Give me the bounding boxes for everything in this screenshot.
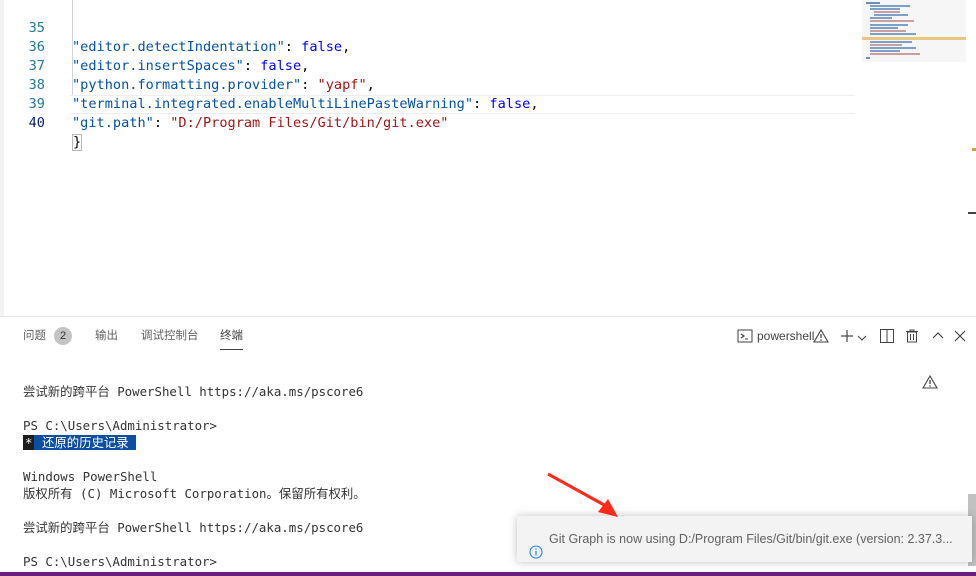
minimap-row: [870, 41, 912, 43]
json-separator: :: [153, 115, 171, 131]
json-value: "D:/Program Files/Git/bin/git.exe": [170, 115, 449, 131]
restored-history-banner: * 还原的历史记录: [23, 434, 137, 451]
minimap-row: [870, 30, 906, 32]
tab-problems[interactable]: 问题: [23, 327, 46, 349]
code-text: "python.formatting.provider": "yapf",: [72, 76, 375, 95]
code-line[interactable]: 38 "terminal.integrated.enableMultiLineP…: [0, 57, 539, 112]
json-key: "editor.insertSpaces": [72, 58, 244, 74]
json-separator: :: [473, 96, 490, 112]
json-value: "yapf": [317, 77, 367, 93]
tab-debug-console[interactable]: 调试控制台: [141, 327, 199, 349]
restore-text: 还原的历史记录: [41, 435, 129, 450]
minimap-row: [870, 8, 900, 10]
minimap-row: [870, 27, 898, 29]
json-comma: ,: [366, 77, 375, 93]
minimap-row: [870, 53, 920, 55]
json-separator: :: [284, 39, 302, 55]
chevron-down-icon[interactable]: [857, 330, 867, 348]
terminal-name[interactable]: powershell: [757, 327, 814, 345]
editor-area[interactable]: 35 "editor.detectIndentation": false, 36…: [0, 0, 976, 316]
split-icon[interactable]: [879, 328, 895, 349]
warning-icon[interactable]: [813, 328, 829, 349]
code-line-current[interactable]: 40 }: [0, 95, 83, 151]
code-text: "editor.insertSpaces": false,: [72, 57, 309, 76]
restore-marker: *: [23, 435, 35, 450]
json-separator: :: [243, 58, 261, 74]
json-value: false: [301, 39, 343, 55]
problems-count-badge: 2: [54, 327, 72, 345]
terminal-line: Windows PowerShell: [23, 469, 158, 484]
minimap-row: [866, 2, 880, 4]
minimap-row: [870, 50, 900, 52]
minimap-row: [870, 17, 892, 19]
code-line[interactable]: 37 "python.formatting.provider": "yapf",: [0, 38, 375, 93]
info-icon: [529, 532, 543, 562]
json-value: false: [489, 96, 531, 112]
json-comma: ,: [530, 96, 539, 112]
minimap-row: [870, 24, 908, 26]
minimap-row: [874, 14, 908, 16]
code-text: "editor.detectIndentation": false,: [72, 38, 350, 57]
code-line[interactable]: 36 "editor.insertSpaces": false,: [0, 19, 310, 74]
code-line[interactable]: 39 "git.path": "D:/Program Files/Git/bin…: [0, 76, 449, 131]
terminal-prompt: PS C:\Users\Administrator>: [23, 554, 217, 569]
minimap-row: [866, 57, 870, 59]
code-text: }: [72, 133, 83, 152]
editor-scrollbar[interactable]: [966, 0, 976, 316]
tab-terminal[interactable]: 终端: [220, 327, 243, 350]
json-comma: ,: [301, 58, 310, 74]
close-icon[interactable]: [954, 329, 966, 347]
plus-icon[interactable]: [839, 328, 855, 349]
minimap-row: [870, 44, 902, 46]
minimap-row: [870, 5, 910, 7]
terminal-prompt: PS C:\Users\Administrator>: [23, 418, 217, 433]
json-key: "terminal.integrated.enableMultiLinePast…: [72, 96, 474, 112]
tab-output[interactable]: 输出: [95, 327, 118, 349]
matching-brace: }: [72, 134, 83, 151]
minimap-row: [870, 47, 916, 49]
json-key: "git.path": [72, 115, 154, 131]
json-separator: :: [301, 77, 318, 93]
annotation-arrow-icon: [547, 472, 618, 517]
code-text: "terminal.integrated.enableMultiLinePast…: [72, 95, 539, 114]
terminal-line: 尝试新的跨平台 PowerShell https://aka.ms/pscore…: [23, 384, 364, 399]
terminal-line: 尝试新的跨平台 PowerShell https://aka.ms/pscore…: [23, 520, 364, 535]
scrollbar-marker: [972, 148, 976, 151]
json-key: "editor.detectIndentation": [72, 39, 285, 55]
json-value: false: [260, 58, 302, 74]
scrollbar-cursor-marker: [968, 212, 976, 214]
minimap[interactable]: [862, 0, 966, 62]
minimap-row: [870, 20, 914, 22]
chevron-up-icon[interactable]: [931, 329, 945, 348]
trash-icon[interactable]: [904, 328, 920, 349]
json-key: "python.formatting.provider": [72, 77, 302, 93]
terminal-warning-icon[interactable]: [922, 374, 938, 395]
status-bar: [0, 572, 976, 576]
minimap-row: [862, 37, 966, 40]
minimap-row: [870, 33, 916, 35]
code-line[interactable]: 35 "editor.detectIndentation": false,: [0, 0, 351, 55]
terminal-line: 版权所有 (C) Microsoft Corporation。保留所有权利。: [23, 486, 366, 501]
line-number: 40: [28, 115, 45, 131]
terminal-icon: [737, 328, 753, 349]
code-text: "git.path": "D:/Program Files/Git/bin/gi…: [72, 114, 448, 133]
minimap-row: [874, 11, 900, 13]
json-comma: ,: [342, 39, 351, 55]
